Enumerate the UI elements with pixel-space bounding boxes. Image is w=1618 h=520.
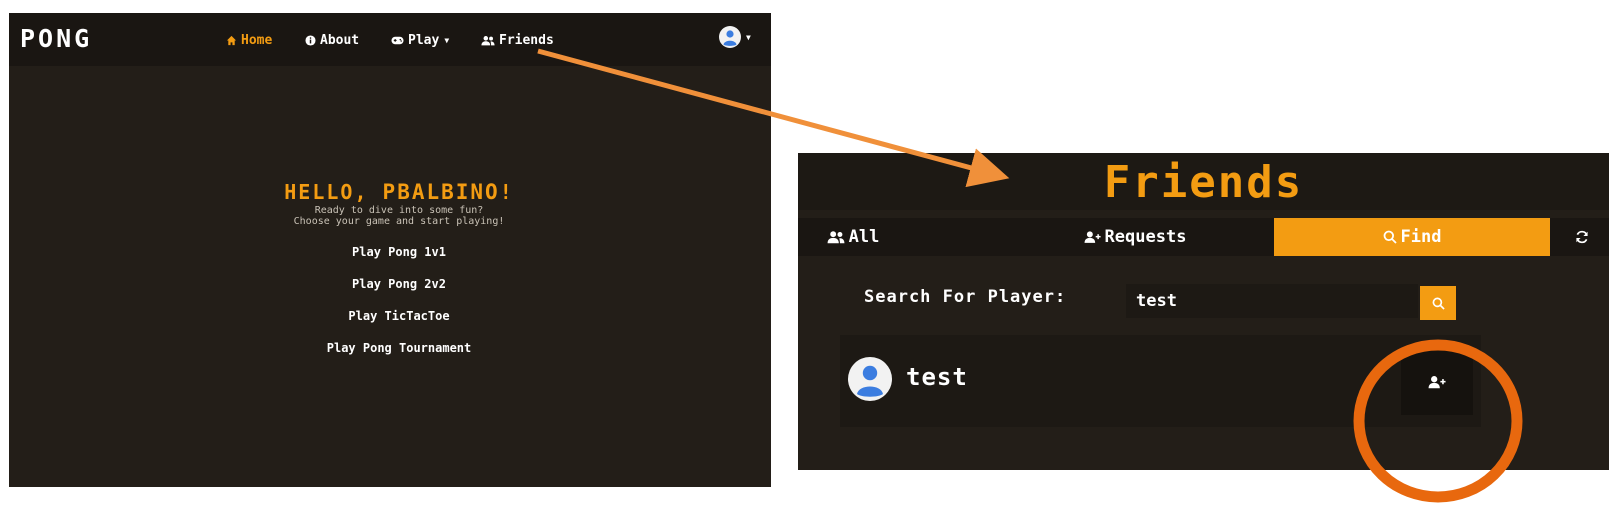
play-pong-2v2-link[interactable]: Play Pong 2v2 [9,277,771,291]
avatar [719,26,741,48]
subtitle-line-1: Ready to dive into some fun? [314,205,484,216]
navbar: PONG Home About Play ▼ Friends ▼ [9,13,771,66]
friends-page-screenshot: Friends All Requests Find Search For Pla… [798,153,1609,470]
friends-tabs: All Requests Find [798,218,1609,256]
tab-requests[interactable]: Requests [1061,218,1209,256]
nav-about-label: About [320,32,360,48]
greeting-heading: HELLO, PBALBINO! [9,180,771,204]
nav-friends[interactable]: Friends [481,30,554,50]
result-username: test [906,363,968,391]
user-plus-icon [1428,376,1446,389]
search-label: Search For Player: [864,287,1067,307]
greeting-username: PBALBINO [382,180,500,204]
tab-find[interactable]: Find [1274,218,1550,256]
add-friend-button[interactable] [1401,349,1473,415]
chevron-down-icon: ▼ [444,35,450,45]
user-plus-icon [1084,231,1101,243]
greeting-suffix: ! [499,180,514,204]
search-icon [1383,230,1397,244]
tab-all[interactable]: All [798,218,908,256]
search-button[interactable] [1420,286,1456,320]
greeting-prefix: HELLO, [284,180,383,204]
avatar [848,357,892,405]
nav-about[interactable]: About [305,30,359,50]
play-pong-tournament-link[interactable]: Play Pong Tournament [9,341,771,355]
users-icon [481,35,495,45]
page-title: Friends [1103,157,1304,208]
nav-home-label: Home [241,32,273,48]
subtitle-line-2: Choose your game and start playing! [293,216,505,227]
gamepad-icon [391,36,404,44]
tab-requests-label: Requests [1104,227,1187,247]
refresh-icon [1576,230,1588,244]
info-icon [305,34,316,46]
refresh-button[interactable] [1559,218,1609,256]
user-menu[interactable]: ▼ [719,26,751,48]
tab-all-label: All [848,227,880,247]
nav-friends-label: Friends [499,32,554,48]
search-icon [1432,297,1445,310]
home-icon [226,35,237,45]
chevron-down-icon: ▼ [746,32,751,42]
search-input[interactable] [1126,284,1418,318]
home-page-screenshot: PONG Home About Play ▼ Friends ▼ HELLO, … [9,13,771,487]
play-tictactoe-link[interactable]: Play TicTacToe [9,309,771,323]
nav-play-label: Play [408,32,440,48]
nav-home[interactable]: Home [226,30,272,50]
users-icon [827,231,845,244]
play-pong-1v1-link[interactable]: Play Pong 1v1 [9,245,771,259]
list-item: test [840,335,1481,427]
tab-find-label: Find [1400,227,1442,247]
brand-logo[interactable]: PONG [20,24,92,53]
nav-play-dropdown[interactable]: Play ▼ [391,30,449,50]
friends-header: Friends [798,153,1609,210]
